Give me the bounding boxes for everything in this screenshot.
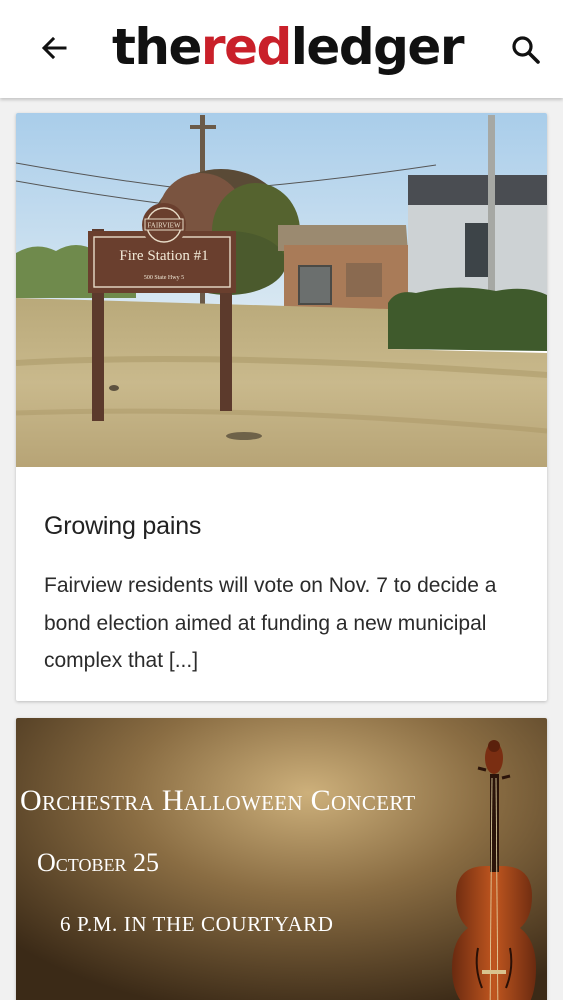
event-promo-card[interactable]: Orchestra Halloween Concert October 25 6… (16, 718, 547, 1000)
logo-highlight: red (200, 18, 292, 76)
arrow-left-icon (41, 36, 67, 60)
sign-badge-text: FAIRVIEW (147, 222, 181, 230)
promo-title: Orchestra Halloween Concert (20, 784, 416, 817)
promo-date: October 25 (37, 848, 159, 877)
logo-suffix: ledger (290, 18, 465, 76)
search-button[interactable] (504, 28, 548, 72)
site-logo[interactable]: theredledger (112, 12, 465, 82)
article-card[interactable]: FAIRVIEW Fire Station #1 500 State Hwy 5… (16, 113, 547, 701)
logo-prefix: the (112, 18, 202, 76)
top-app-bar: theredledger (0, 0, 563, 98)
back-button[interactable] (34, 28, 74, 68)
article-title[interactable]: Growing pains (44, 512, 524, 541)
article-photo: FAIRVIEW Fire Station #1 500 State Hwy 5 (16, 113, 547, 467)
article-excerpt: Fairview residents will vote on Nov. 7 t… (44, 574, 497, 672)
sign-title-text: Fire Station #1 (119, 248, 208, 264)
sign-address-text: 500 State Hwy 5 (144, 275, 184, 281)
promo-time: 6 P.M. IN THE COURTYARD (60, 912, 334, 936)
search-icon (512, 36, 540, 64)
article-feed: FAIRVIEW Fire Station #1 500 State Hwy 5… (0, 98, 563, 1000)
